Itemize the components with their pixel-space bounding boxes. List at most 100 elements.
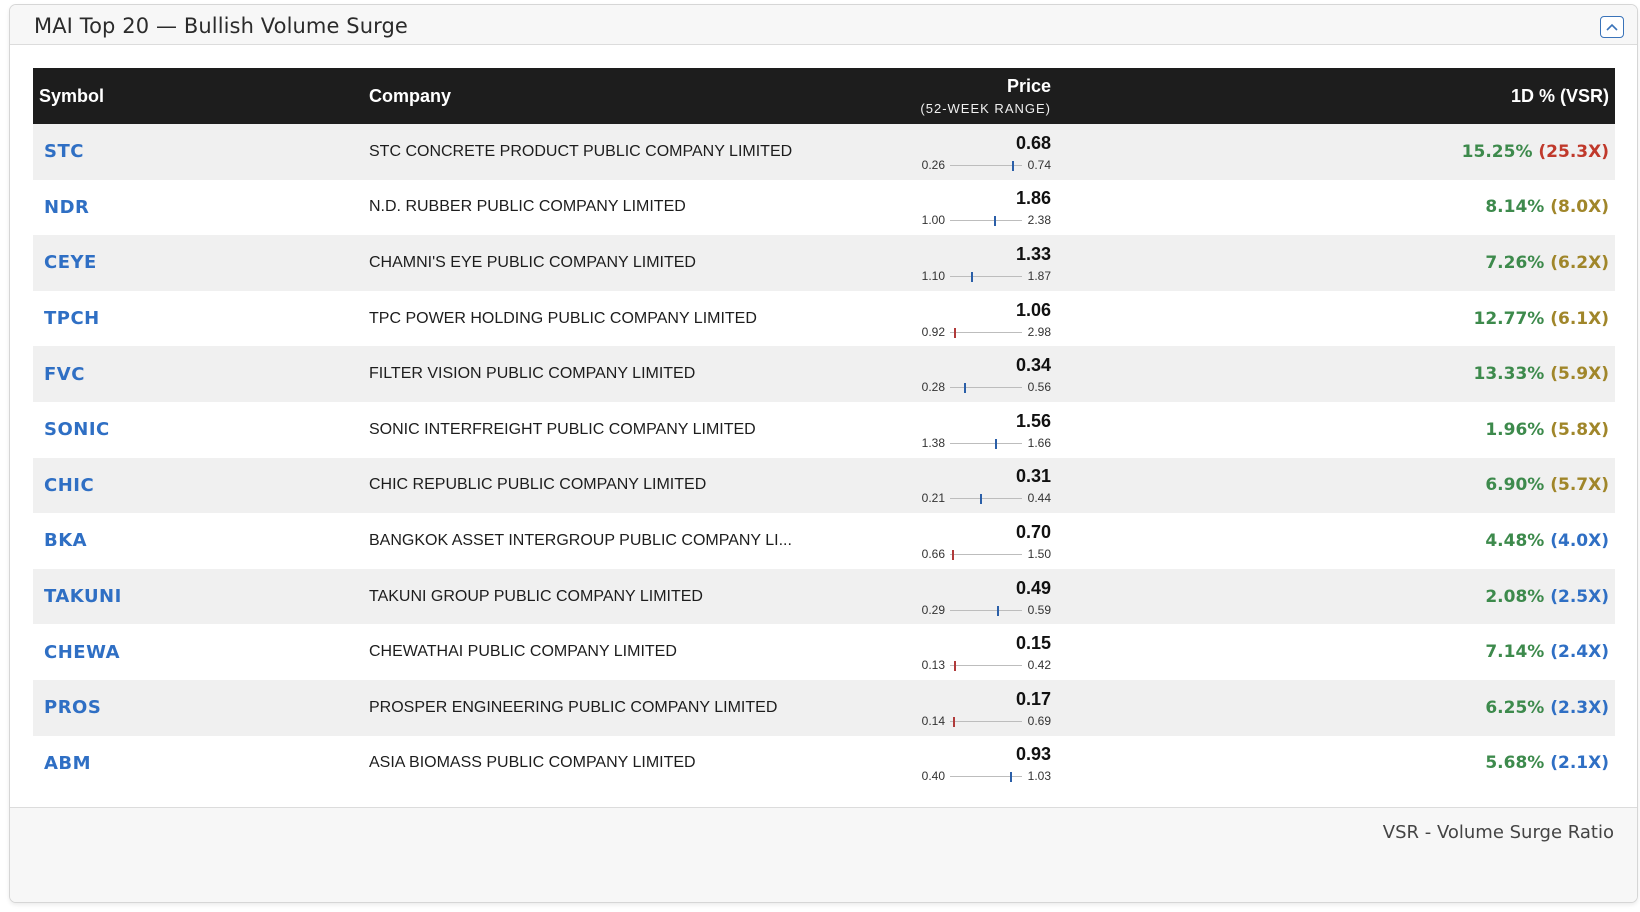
range-marker [1012, 160, 1014, 171]
price-cell: 0.31 0.21 0.44 [916, 458, 1051, 514]
price-value: 0.15 [1015, 633, 1051, 654]
price-value: 0.68 [1015, 132, 1051, 153]
table-row[interactable]: SONIC SONIC INTERFREIGHT PUBLIC COMPANY … [33, 401, 1615, 458]
symbol-link[interactable]: TPCH [33, 291, 364, 347]
company-name: N.D. RUBBER PUBLIC COMPANY LIMITED [369, 198, 686, 216]
table-row[interactable]: PROS PROSPER ENGINEERING PUBLIC COMPANY … [33, 679, 1615, 736]
header-company[interactable]: Company [364, 68, 916, 124]
chevron-up-icon [1606, 23, 1618, 31]
price-cell: 1.33 1.10 1.87 [916, 235, 1051, 291]
range-track [950, 160, 1022, 171]
symbol-link[interactable]: CHEWA [33, 624, 364, 680]
table-row[interactable]: CHIC CHIC REPUBLIC PUBLIC COMPANY LIMITE… [33, 457, 1615, 514]
company-name: FILTER VISION PUBLIC COMPANY LIMITED [369, 365, 696, 383]
price-value: 0.49 [1015, 577, 1051, 598]
header-price[interactable]: Price (52-WEEK RANGE) [916, 68, 1051, 124]
range-low: 0.26 [921, 157, 945, 172]
price-value: 1.06 [1015, 299, 1051, 320]
table-row[interactable]: STC STC CONCRETE PRODUCT PUBLIC COMPANY … [33, 124, 1615, 180]
range-marker [995, 438, 997, 449]
range-track [950, 605, 1022, 616]
range-high: 0.44 [1027, 491, 1051, 506]
company-name: PROSPER ENGINEERING PUBLIC COMPANY LIMIT… [369, 698, 778, 716]
company-name: ASIA BIOMASS PUBLIC COMPANY LIMITED [369, 754, 696, 772]
header-symbol[interactable]: Symbol [33, 68, 364, 124]
price-cell: 0.17 0.14 0.69 [916, 680, 1051, 736]
price-cell: 1.06 0.92 2.98 [916, 291, 1051, 347]
range-track [950, 327, 1022, 338]
week-range: 0.14 0.69 [916, 713, 1051, 729]
price-value: 1.56 [1015, 410, 1051, 431]
table-row[interactable]: FVC FILTER VISION PUBLIC COMPANY LIMITED… [33, 346, 1615, 402]
price-cell: 0.70 0.66 1.50 [916, 513, 1051, 569]
change-percent: 15.25% [1461, 141, 1533, 162]
symbol-link[interactable]: BKA [33, 513, 364, 569]
table-row[interactable]: ABM ASIA BIOMASS PUBLIC COMPANY LIMITED … [33, 735, 1615, 792]
change-cell: 15.25% (25.3X) [1051, 124, 1615, 180]
range-track [950, 438, 1022, 449]
table-row[interactable]: TPCH TPC POWER HOLDING PUBLIC COMPANY LI… [33, 290, 1615, 347]
price-value: 0.70 [1015, 521, 1051, 542]
range-low: 1.38 [921, 435, 945, 450]
range-high: 0.59 [1027, 602, 1051, 617]
symbol-link[interactable]: TAKUNI [33, 569, 364, 625]
change-cell: 7.14% (2.4X) [1051, 624, 1615, 680]
table-row[interactable]: CEYE CHAMNI'S EYE PUBLIC COMPANY LIMITED… [33, 235, 1615, 291]
price-value: 1.33 [1015, 243, 1051, 264]
change-cell: 5.68% (2.1X) [1051, 736, 1615, 792]
table-row[interactable]: BKA BANGKOK ASSET INTERGROUP PUBLIC COMP… [33, 513, 1615, 569]
symbol-link[interactable]: FVC [33, 346, 364, 402]
collapse-button[interactable] [1600, 16, 1624, 38]
range-high: 1.66 [1027, 435, 1051, 450]
range-low: 0.14 [921, 713, 945, 728]
change-percent: 13.33% [1473, 364, 1545, 385]
table-row[interactable]: TAKUNI TAKUNI GROUP PUBLIC COMPANY LIMIT… [33, 568, 1615, 625]
price-cell: 1.56 1.38 1.66 [916, 402, 1051, 458]
week-range: 0.13 0.42 [916, 657, 1051, 673]
change-cell: 12.77% (6.1X) [1051, 291, 1615, 347]
vsr-value: (6.1X) [1550, 308, 1609, 329]
price-value: 0.17 [1015, 688, 1051, 709]
header-change[interactable]: 1D % (VSR) [1051, 68, 1615, 124]
change-cell: 13.33% (5.9X) [1051, 346, 1615, 402]
range-marker [954, 661, 956, 672]
company-name: SONIC INTERFREIGHT PUBLIC COMPANY LIMITE… [369, 420, 756, 438]
symbol-link[interactable]: NDR [33, 180, 364, 236]
table-row[interactable]: NDR N.D. RUBBER PUBLIC COMPANY LIMITED 1… [33, 179, 1615, 236]
range-marker [954, 327, 956, 338]
range-marker [964, 383, 966, 394]
symbol-link[interactable]: STC [33, 124, 364, 180]
symbol-link[interactable]: PROS [33, 680, 364, 736]
week-range: 0.92 2.98 [916, 324, 1051, 340]
company-name: TPC POWER HOLDING PUBLIC COMPANY LIMITED [369, 309, 757, 327]
week-range: 0.40 1.03 [916, 768, 1051, 784]
symbol-link[interactable]: CHIC [33, 458, 364, 514]
range-marker [971, 271, 973, 282]
company-name: CHAMNI'S EYE PUBLIC COMPANY LIMITED [369, 253, 696, 271]
week-range: 0.26 0.74 [916, 157, 1051, 173]
table-row[interactable]: CHEWA CHEWATHAI PUBLIC COMPANY LIMITED 0… [33, 624, 1615, 680]
change-percent: 12.77% [1473, 308, 1545, 329]
symbol-link[interactable]: SONIC [33, 402, 364, 458]
volume-surge-panel: MAI Top 20 — Bullish Volume Surge Symbol… [9, 4, 1638, 903]
change-percent: 6.25% [1485, 697, 1545, 718]
price-value: 0.31 [1015, 466, 1051, 487]
symbol-link[interactable]: ABM [33, 736, 364, 792]
price-cell: 0.15 0.13 0.42 [916, 624, 1051, 680]
range-high: 0.42 [1027, 658, 1051, 673]
range-marker [953, 716, 955, 727]
header-price-sub: (52-WEEK RANGE) [920, 101, 1051, 116]
vsr-value: (5.7X) [1550, 475, 1609, 496]
company-name: BANGKOK ASSET INTERGROUP PUBLIC COMPANY … [369, 531, 792, 549]
range-track [950, 661, 1022, 672]
week-range: 0.29 0.59 [916, 602, 1051, 618]
change-percent: 7.14% [1485, 642, 1545, 663]
change-percent: 2.08% [1485, 586, 1545, 607]
symbol-link[interactable]: CEYE [33, 235, 364, 291]
week-range: 1.10 1.87 [916, 268, 1051, 284]
table-body: STC STC CONCRETE PRODUCT PUBLIC COMPANY … [33, 124, 1615, 792]
change-cell: 8.14% (8.0X) [1051, 180, 1615, 236]
range-marker [980, 494, 982, 505]
stock-table-wrapper: Symbol Company Price (52-WEEK RANGE) 1D … [33, 68, 1615, 792]
range-track [950, 383, 1022, 394]
